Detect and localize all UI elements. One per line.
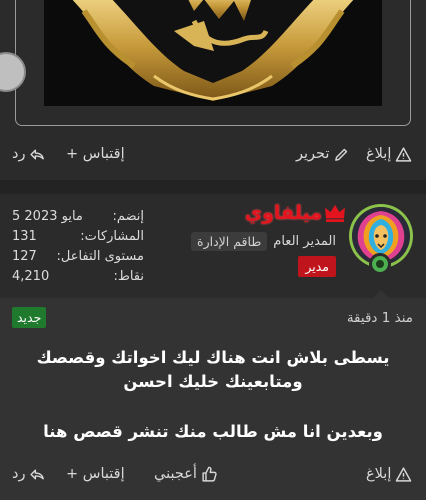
like-label: أعجبني bbox=[154, 466, 197, 482]
quote-button[interactable]: + إقتباس bbox=[66, 134, 125, 174]
new-badge: جديد bbox=[12, 307, 47, 328]
stat-label: نقاط: bbox=[113, 269, 144, 284]
report-button[interactable]: إبلاغ bbox=[366, 134, 412, 174]
post-timestamp[interactable]: منذ 1 دقيقة bbox=[347, 310, 413, 326]
like-button[interactable]: أعجبني bbox=[154, 454, 218, 494]
post-body: جديد منذ 1 دقيقة يسطى بلاش انت هناك ليك … bbox=[0, 298, 426, 500]
report-label: إبلاغ bbox=[366, 146, 392, 162]
message-line: ومتابعينك خليك احسن bbox=[123, 372, 303, 391]
reply-label: رد bbox=[12, 146, 26, 162]
user-stats: إنضم: 5 مايو 2023 المشاركات: 131 مستوى ا… bbox=[12, 207, 144, 287]
message-line: وبعدين انا مش طالب منك تنشر قصص هنا bbox=[43, 422, 383, 441]
quote-label: + إقتباس bbox=[66, 466, 125, 482]
stat-reactions: مستوى التفاعل: 127 bbox=[12, 247, 144, 267]
thumbs-up-icon bbox=[202, 466, 217, 482]
username-link[interactable]: ميلفاوي bbox=[245, 202, 346, 224]
team-badge: طاقم الإدارة bbox=[191, 232, 268, 251]
quote-label: + إقتباس bbox=[66, 146, 125, 162]
post-image-frame bbox=[15, 0, 411, 126]
edit-label: تحرير bbox=[296, 146, 330, 162]
username: ميلفاوي bbox=[244, 202, 322, 224]
edit-button[interactable]: تحرير bbox=[296, 134, 350, 174]
report-label: إبلاغ bbox=[366, 466, 392, 482]
stat-label: إنضم: bbox=[112, 209, 144, 224]
reply-icon bbox=[30, 149, 45, 159]
reply-icon bbox=[30, 469, 45, 479]
post-image[interactable] bbox=[44, 0, 382, 106]
pencil-icon bbox=[335, 148, 348, 161]
reply-button[interactable]: رد bbox=[12, 134, 46, 174]
lion-crest-image bbox=[72, 0, 354, 101]
stat-value: 4,210 bbox=[12, 269, 50, 284]
warning-icon bbox=[396, 466, 412, 482]
stat-joined: إنضم: 5 مايو 2023 bbox=[12, 207, 144, 227]
crown-icon bbox=[325, 204, 345, 222]
manager-badge: مدير bbox=[298, 256, 336, 277]
user-title: المدير العام bbox=[273, 234, 336, 249]
stat-points: نقاط: 4,210 bbox=[12, 267, 144, 287]
reply-button[interactable]: رد bbox=[12, 454, 46, 494]
online-status-icon bbox=[369, 253, 391, 275]
stat-value: 127 bbox=[12, 249, 37, 264]
stat-label: المشاركات: bbox=[80, 229, 144, 244]
post-top-actions: رد + إقتباس تحرير إبلاغ bbox=[0, 134, 426, 174]
stat-label: مستوى التفاعل: bbox=[56, 249, 144, 264]
reply-label: رد bbox=[12, 466, 26, 482]
stat-posts: المشاركات: 131 bbox=[12, 227, 144, 247]
post-actions: رد + إقتباس أعجبني إبلاغ bbox=[0, 454, 426, 494]
stat-value: 131 bbox=[12, 229, 37, 244]
post-separator bbox=[0, 180, 426, 194]
quote-button[interactable]: + إقتباس bbox=[66, 454, 125, 494]
user-role-line: المدير العام طاقم الإدارة bbox=[191, 232, 336, 251]
message-line: يسطى بلاش انت هناك ليك اخواتك وقصصك bbox=[36, 348, 390, 367]
report-button[interactable]: إبلاغ bbox=[366, 454, 412, 494]
stat-value: 5 مايو 2023 bbox=[12, 209, 83, 224]
warning-icon bbox=[396, 146, 412, 162]
